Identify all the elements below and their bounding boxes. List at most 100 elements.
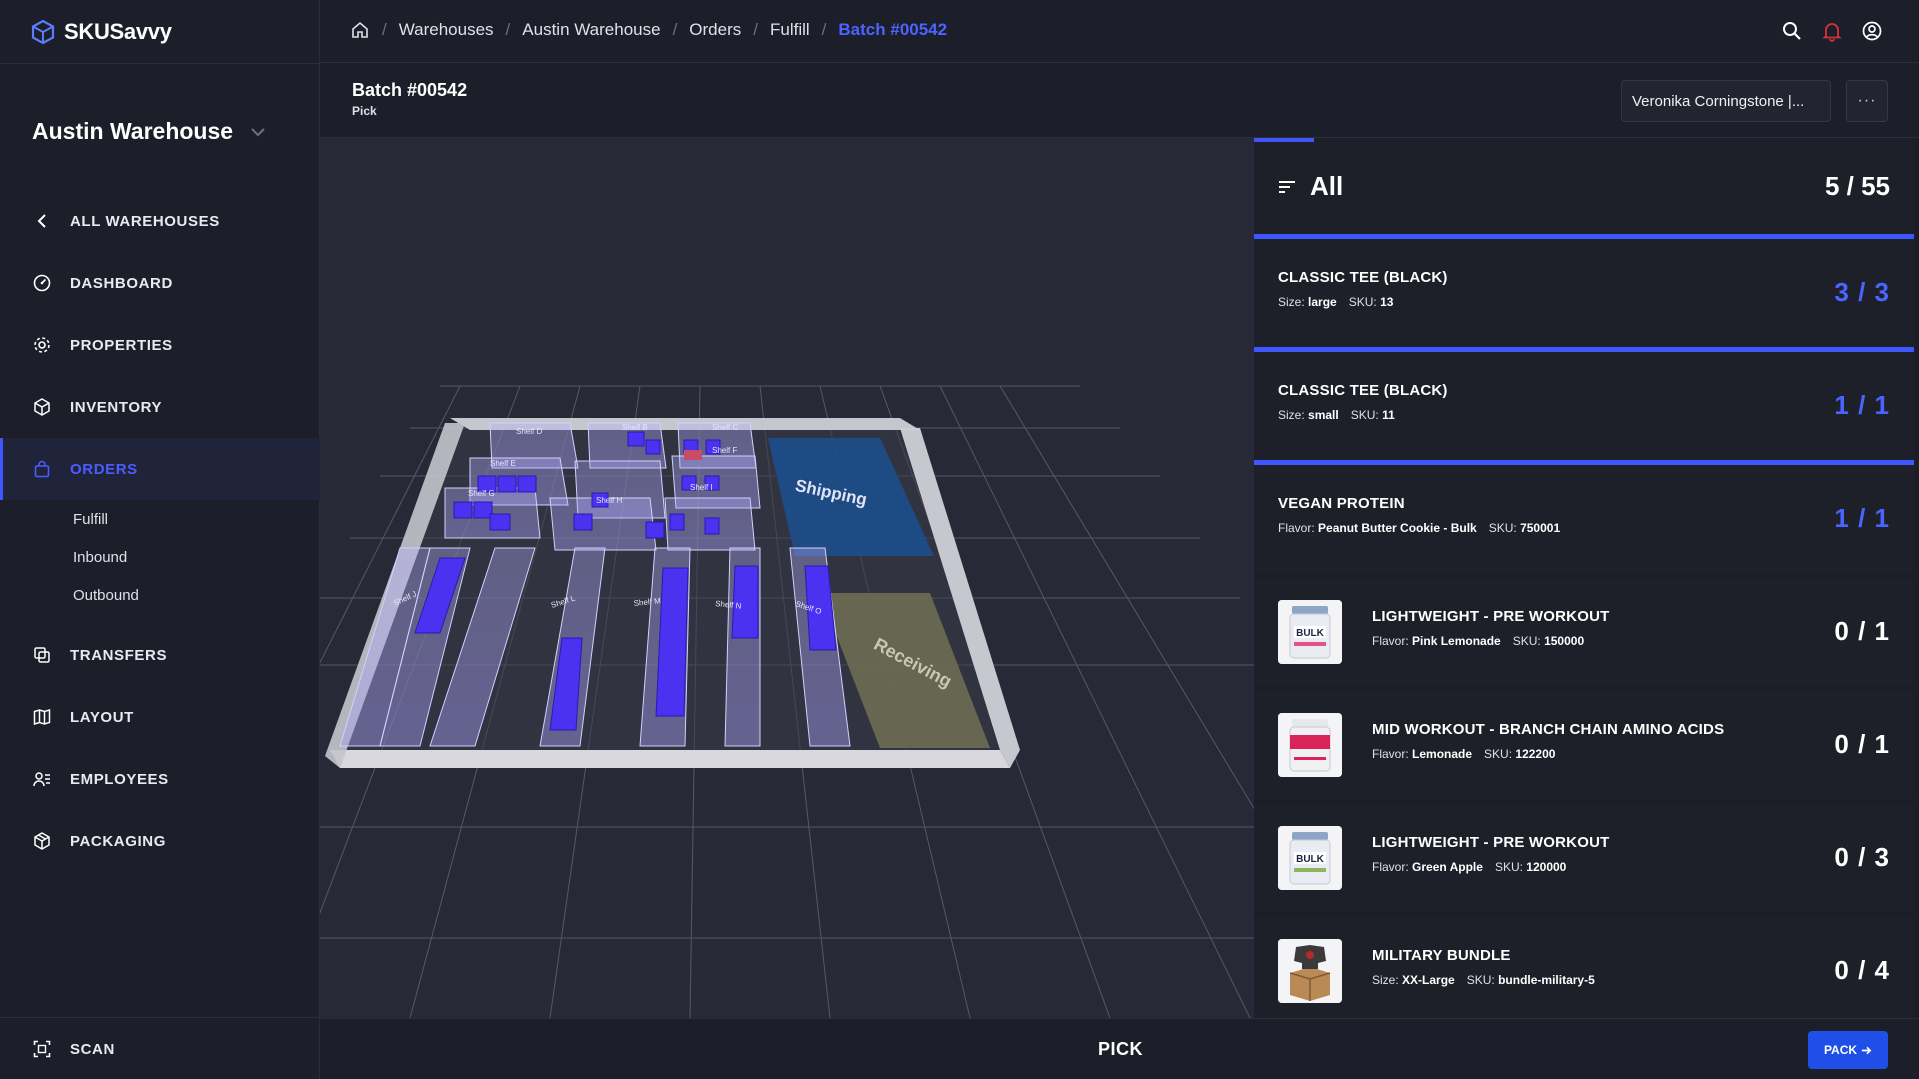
sku-value: bundle-military-5 xyxy=(1498,973,1595,987)
sidebar-nav: ALL WAREHOUSES DASHBOARD PROPERTIES INVE… xyxy=(0,190,320,872)
shelf-label: Shelf F xyxy=(712,446,737,455)
package-icon xyxy=(34,832,50,850)
shelf-label: Shelf E xyxy=(490,459,516,468)
top-icons xyxy=(1781,20,1883,42)
shelf-label: Shelf C xyxy=(712,423,738,432)
breadcrumb-current: Batch #00542 xyxy=(838,20,948,39)
home-icon[interactable] xyxy=(350,20,370,40)
sidebar-item-label: EMPLOYEES xyxy=(70,770,169,788)
shelf-label: Shelf D xyxy=(516,427,542,436)
user-icon[interactable] xyxy=(1861,20,1883,42)
item-meta: Flavor: Lemonade SKU: 122200 xyxy=(1372,747,1555,761)
item-qty: 1 / 1 xyxy=(1834,503,1890,533)
pick-item[interactable]: VEGAN PROTEIN Flavor: Peanut Butter Cook… xyxy=(1254,465,1914,573)
logo-text: SKUSavvy xyxy=(64,19,172,44)
pick-item[interactable]: CLASSIC TEE (BLACK) Size: small SKU: 11 1… xyxy=(1254,352,1914,465)
bulk-tub-image: BULK xyxy=(1278,600,1342,664)
item-name: CLASSIC TEE (BLACK) xyxy=(1278,269,1448,286)
bag-icon xyxy=(34,460,50,478)
item-qty: 0 / 4 xyxy=(1834,955,1890,985)
attr-label: Flavor: xyxy=(1372,747,1409,761)
item-name: MID WORKOUT - BRANCH CHAIN AMINO ACIDS xyxy=(1372,721,1725,738)
sidebar-item-label: PROPERTIES xyxy=(70,336,173,354)
current-pick-location[interactable] xyxy=(684,450,702,460)
warehouse-3d-view[interactable]: Shipping Receiving Shelf B Shelf C Shelf… xyxy=(320,138,1254,1018)
sku-label: SKU: xyxy=(1350,408,1379,422)
product-thumbnail xyxy=(1278,939,1342,1003)
more-options-button[interactable]: ··· xyxy=(1846,80,1888,122)
item-meta: Flavor: Green Apple SKU: 120000 xyxy=(1372,860,1566,874)
item-name: VEGAN PROTEIN xyxy=(1278,495,1405,512)
filter-icon[interactable] xyxy=(1276,176,1298,198)
page-header: Batch #00542 Pick Veronika Corningstone … xyxy=(320,64,1919,138)
sidebar-subitem-fulfill[interactable]: Fulfill xyxy=(0,500,320,538)
breadcrumb-separator: / xyxy=(821,20,827,39)
sku-value: 120000 xyxy=(1526,860,1567,874)
pick-item[interactable]: MID WORKOUT - BRANCH CHAIN AMINO ACIDS F… xyxy=(1254,691,1914,799)
sidebar-subitem-inbound[interactable]: Inbound xyxy=(0,538,320,576)
sidebar-item-packaging[interactable]: PACKAGING xyxy=(0,810,320,872)
pick-item[interactable]: MILITARY BUNDLE Size: XX-Large SKU: bundl… xyxy=(1254,917,1914,1018)
attr-value: Lemonade xyxy=(1412,747,1473,761)
assignee-select[interactable]: Veronika Corningstone |... xyxy=(1621,80,1831,122)
attr-value: small xyxy=(1308,408,1339,422)
sidebar-item-label: DASHBOARD xyxy=(70,274,173,292)
page-subtitle: Pick xyxy=(352,104,377,118)
sidebar-item-employees[interactable]: EMPLOYEES xyxy=(0,748,320,810)
item-meta: Size: small SKU: 11 xyxy=(1278,408,1395,422)
sidebar-subitem-outbound[interactable]: Outbound xyxy=(0,576,320,614)
sku-value: 150000 xyxy=(1544,634,1585,648)
item-qty: 0 / 1 xyxy=(1834,616,1890,646)
chevron-down-icon xyxy=(251,127,265,136)
attr-label: Flavor: xyxy=(1278,521,1315,535)
sidebar-item-label: ORDERS xyxy=(70,460,138,478)
breadcrumb-fulfill[interactable]: Fulfill xyxy=(770,20,810,40)
filter-label[interactable]: All xyxy=(1310,171,1343,202)
map-icon xyxy=(33,708,51,726)
attr-label: Flavor: xyxy=(1372,634,1409,648)
search-icon[interactable] xyxy=(1781,20,1803,42)
all-warehouses-link[interactable]: ALL WAREHOUSES xyxy=(0,190,320,252)
warehouse-3d-map[interactable]: Shipping Receiving Shelf B Shelf C Shelf… xyxy=(320,138,1254,1018)
logo[interactable]: SKUSavvy xyxy=(30,16,172,48)
bulk-text: BULK xyxy=(1296,628,1325,639)
pick-item[interactable]: CLASSIC TEE (BLACK) Size: large SKU: 13 3… xyxy=(1254,239,1914,352)
item-qty: 3 / 3 xyxy=(1834,277,1890,307)
shelf-label: Shelf I xyxy=(690,483,713,492)
sidebar-item-properties[interactable]: PROPERTIES xyxy=(0,314,320,376)
sidebar-divider xyxy=(0,63,320,64)
scan-button[interactable]: SCAN xyxy=(0,1018,320,1079)
pack-button-label: PACK xyxy=(1823,1043,1858,1057)
bell-icon[interactable] xyxy=(1821,20,1843,42)
breadcrumb-separator: / xyxy=(382,20,387,39)
product-thumbnail xyxy=(1278,713,1342,777)
sidebar-item-inventory[interactable]: INVENTORY xyxy=(0,376,320,438)
pack-button[interactable]: PACK xyxy=(1808,1031,1888,1069)
breadcrumb-austin-warehouse[interactable]: Austin Warehouse xyxy=(522,20,660,40)
sidebar: SKUSavvy Austin Warehouse ALL WAREHOUSES… xyxy=(0,0,320,1079)
sidebar-item-label: INVENTORY xyxy=(70,398,163,416)
attr-label: Size: xyxy=(1372,973,1399,987)
warehouse-switcher[interactable]: Austin Warehouse xyxy=(32,118,269,145)
sku-label: SKU: xyxy=(1466,973,1495,987)
breadcrumb-orders[interactable]: Orders xyxy=(689,20,741,40)
bottom-bar: PICK PACK xyxy=(320,1018,1919,1079)
item-qty: 0 / 3 xyxy=(1834,842,1890,872)
bulk-tub-image: BULK xyxy=(1278,826,1342,890)
breadcrumb-warehouses[interactable]: Warehouses xyxy=(399,20,494,40)
sidebar-item-layout[interactable]: LAYOUT xyxy=(0,686,320,748)
breadcrumb-separator: / xyxy=(505,20,511,39)
sidebar-item-dashboard[interactable]: DASHBOARD xyxy=(0,252,320,314)
people-icon xyxy=(33,772,50,787)
sidebar-item-label: TRANSFERS xyxy=(70,646,168,664)
dashboard-icon xyxy=(33,274,51,292)
page-title: Batch #00542 xyxy=(352,80,468,100)
pick-item[interactable]: BULK LIGHTWEIGHT - PRE WORKOUT Flavor: G… xyxy=(1254,804,1914,912)
sidebar-item-transfers[interactable]: TRANSFERS xyxy=(0,624,320,686)
sidebar-item-orders[interactable]: ORDERS xyxy=(0,438,320,500)
attr-value: Peanut Butter Cookie - Bulk xyxy=(1318,521,1477,535)
lean-tub-image xyxy=(1278,713,1342,777)
sku-label: SKU: xyxy=(1484,747,1513,761)
pick-item[interactable]: BULK LIGHTWEIGHT - PRE WORKOUT Flavor: P… xyxy=(1254,578,1914,686)
